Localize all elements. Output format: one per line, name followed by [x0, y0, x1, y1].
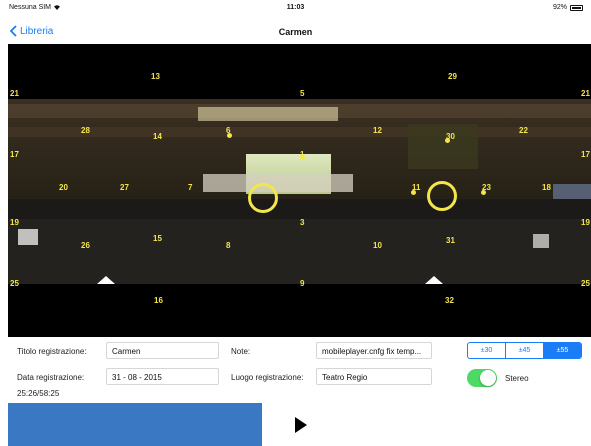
channel-label: 26	[81, 241, 90, 250]
navigation-bar: Libreria Carmen	[0, 20, 591, 44]
channel-label: 11	[412, 183, 421, 192]
channel-label: 6	[226, 126, 231, 135]
title-label: Titolo registrazione:	[17, 347, 87, 356]
channel-label: 22	[519, 126, 528, 135]
view-indicator-right	[425, 276, 443, 284]
stereo-toggle[interactable]	[467, 369, 497, 387]
panorama-viewer[interactable]: 13 29 21 5 21 28 14 6 12 30 22 17 1 17 2…	[8, 44, 591, 337]
listening-point-left[interactable]	[248, 183, 278, 213]
date-label: Data registrazione:	[17, 373, 85, 382]
play-icon[interactable]	[295, 417, 307, 433]
battery-icon	[570, 4, 583, 11]
channel-label: 19	[10, 218, 19, 227]
theater-panorama-image[interactable]	[8, 99, 591, 284]
channel-label: 7	[188, 183, 193, 192]
page-title: Carmen	[278, 27, 313, 37]
segment-55[interactable]: ±55	[544, 343, 581, 358]
channel-label: 19	[581, 218, 590, 227]
channel-label: 25	[10, 279, 19, 288]
channel-label: 27	[120, 183, 129, 192]
status-battery: 92%	[553, 4, 583, 11]
channel-label: 18	[542, 183, 551, 192]
channel-label: 16	[154, 296, 163, 305]
channel-label: 25	[581, 279, 590, 288]
segment-45[interactable]: ±45	[506, 343, 544, 358]
angle-segmented-control[interactable]: ±30 ±45 ±55	[467, 342, 582, 359]
toggle-knob	[480, 370, 496, 386]
channel-label: 23	[482, 183, 491, 192]
channel-label: 29	[448, 72, 457, 81]
date-field[interactable]: 31 - 08 - 2015	[106, 368, 219, 385]
place-label: Luogo registrazione:	[231, 373, 304, 382]
playback-time: 25:26/58:25	[17, 389, 60, 398]
channel-label: 28	[81, 126, 90, 135]
channel-label: 15	[153, 234, 162, 243]
channel-label: 31	[446, 236, 455, 245]
notes-label: Note:	[231, 347, 251, 356]
video-preview[interactable]	[8, 403, 262, 446]
channel-label: 13	[151, 72, 160, 81]
status-time: 11:03	[286, 4, 305, 11]
channel-label: 12	[373, 126, 382, 135]
channel-label: 21	[10, 89, 19, 98]
channel-label: 8	[226, 241, 231, 250]
channel-label: 1	[300, 150, 305, 159]
notes-field[interactable]: mobileplayer.cnfg fix temp...	[316, 342, 432, 359]
battery-percent: 92%	[552, 4, 567, 11]
stereo-label: Stereo	[505, 374, 529, 383]
channel-label: 10	[373, 241, 382, 250]
status-bar: Nessuna SIM 11:03 92%	[0, 0, 591, 20]
view-indicator-left	[97, 276, 115, 284]
listening-point-right[interactable]	[427, 181, 457, 211]
channel-label: 20	[59, 183, 68, 192]
channel-label: 17	[10, 150, 19, 159]
channel-label: 3	[300, 218, 305, 227]
channel-label: 21	[581, 89, 590, 98]
place-field[interactable]: Teatro Regio	[316, 368, 432, 385]
channel-label: 9	[300, 279, 305, 288]
channel-label: 14	[153, 132, 162, 141]
title-field[interactable]: Carmen	[106, 342, 219, 359]
channel-label: 17	[581, 150, 590, 159]
channel-label: 5	[300, 89, 305, 98]
channel-label: 30	[446, 132, 455, 141]
segment-30[interactable]: ±30	[468, 343, 506, 358]
channel-label: 32	[445, 296, 454, 305]
